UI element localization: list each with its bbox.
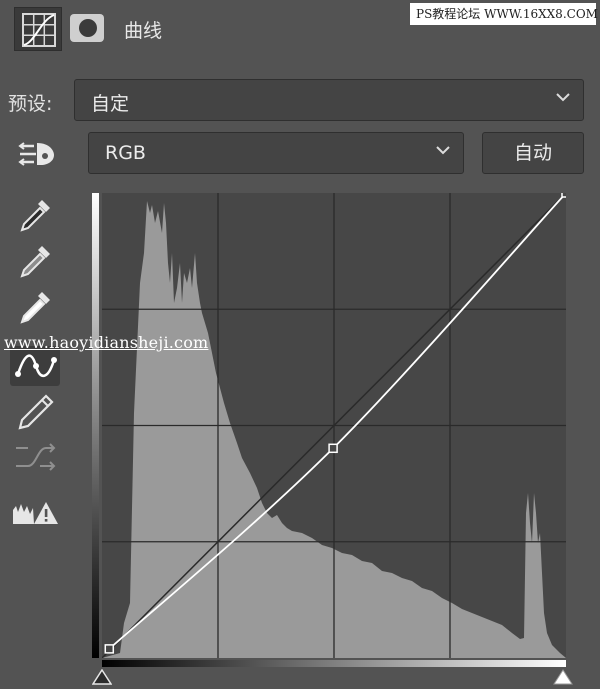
watermark-text: PS教程论坛 WWW.16XX8.COM <box>410 3 598 25</box>
preset-dropdown[interactable]: 自定 <box>74 79 584 121</box>
chevron-down-icon <box>436 146 450 155</box>
curve-control-point[interactable] <box>104 644 115 654</box>
layer-mask-icon[interactable] <box>70 12 106 44</box>
output-gradient-bar <box>92 193 99 658</box>
black-point-slider[interactable] <box>91 668 113 689</box>
preset-label: 预设: <box>8 93 53 115</box>
curves-graph[interactable] <box>102 193 566 658</box>
smooth-curve-icon[interactable] <box>10 438 60 478</box>
preset-value: 自定 <box>91 93 130 115</box>
white-point-eyedropper-icon[interactable] <box>10 288 60 328</box>
input-gradient-bar <box>102 660 566 667</box>
channel-dropdown[interactable]: RGB <box>88 132 464 174</box>
auto-button-label: 自动 <box>513 142 552 164</box>
edit-points-curve-icon[interactable] <box>10 346 60 386</box>
gray-point-eyedropper-icon[interactable] <box>10 242 60 282</box>
white-point-slider[interactable] <box>553 669 573 689</box>
clipping-warning-icon[interactable] <box>10 494 60 534</box>
curves-adjustment-icon[interactable] <box>14 7 62 51</box>
curve-control-point[interactable] <box>561 193 566 198</box>
chevron-down-icon <box>556 93 570 102</box>
channel-value: RGB <box>105 142 146 164</box>
on-image-adjust-icon[interactable] <box>10 134 60 174</box>
curve-control-point[interactable] <box>328 443 338 454</box>
graph-watermark: www.haoyidiansheji.com <box>4 333 209 352</box>
black-point-eyedropper-icon[interactable] <box>10 196 60 236</box>
pencil-draw-icon[interactable] <box>10 392 60 432</box>
auto-button[interactable]: 自动 <box>482 132 584 174</box>
panel-title: 曲线 <box>124 20 163 42</box>
